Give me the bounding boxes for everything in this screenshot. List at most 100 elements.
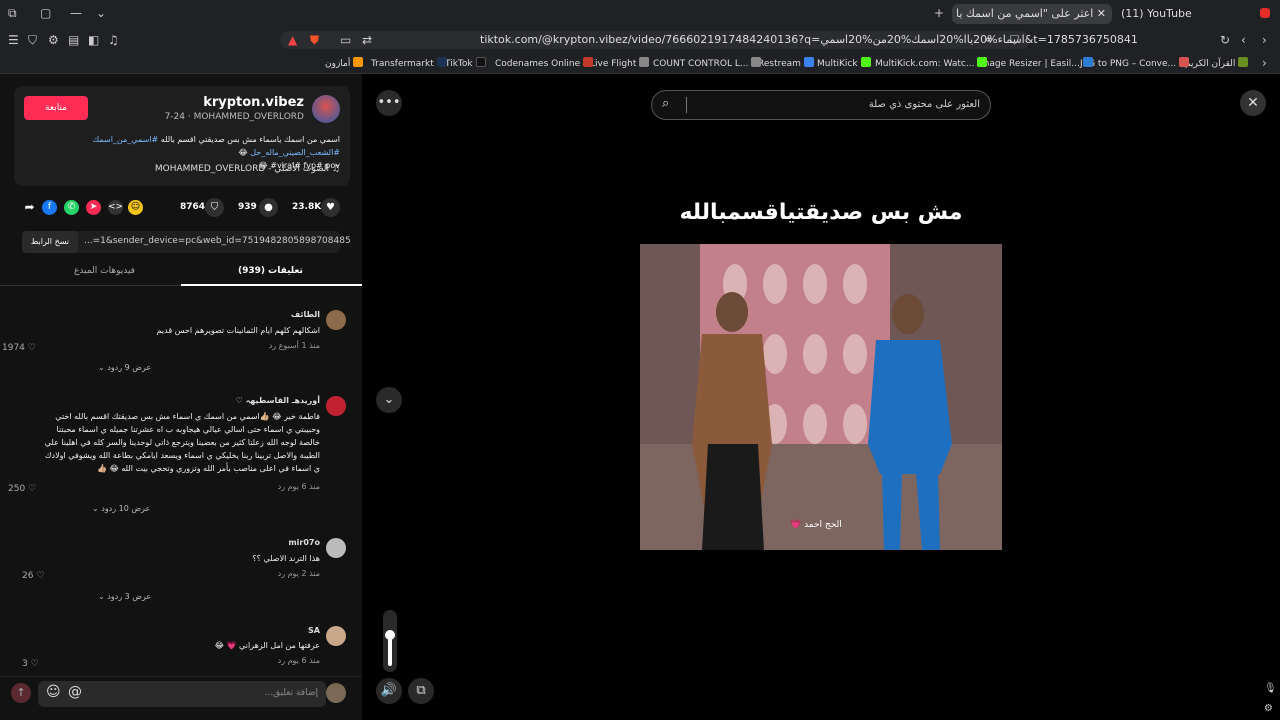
music-text: الصوت الأصلي - MOHAMMED_OVERLORD (154, 164, 330, 174)
chevron-down-icon[interactable]: ⌄ (96, 6, 106, 20)
shield-icon[interactable]: ⛉ (28, 33, 37, 47)
volume-knob[interactable] (385, 630, 395, 640)
reload-icon[interactable]: ↻ (1220, 33, 1230, 47)
bookmark-item[interactable]: MultiKick (817, 57, 874, 70)
tab-creator-videos[interactable]: فيديوهات المبدع (74, 266, 135, 276)
mention-icon[interactable]: @ (68, 685, 82, 699)
video-caption: مش بس صديقتياقسمبالله (679, 200, 963, 225)
follow-button[interactable]: متابعة (24, 96, 88, 120)
comment-avatar[interactable] (326, 626, 346, 646)
comment-icon[interactable]: ● (259, 198, 278, 217)
comment-meta[interactable]: منذ 6 يوم رد (278, 482, 320, 491)
bookmark-item[interactable]: Restream (758, 57, 817, 70)
username[interactable]: krypton.vibez (203, 95, 304, 110)
search-icon[interactable]: ⌕ (662, 97, 669, 111)
restore-icon[interactable]: ▢ (40, 6, 51, 20)
comment-likes[interactable]: 250 ♡ (8, 484, 36, 494)
music-label[interactable]: ♫ الصوت الأصلي - MOHAMMED_OVERLORD (155, 164, 340, 174)
bookmark-item[interactable]: القرآن الكريم (1185, 57, 1251, 70)
comment-likes[interactable]: 1974 ♡ (2, 343, 36, 353)
chevron-down-icon[interactable]: ⌄ (376, 387, 402, 413)
speaker-icon[interactable]: 🔊 (376, 678, 402, 704)
screen-icon[interactable]: ▭ (340, 33, 351, 47)
bookmark-item[interactable]: COUNT CONTROL L... (653, 57, 764, 70)
comment-avatar[interactable] (326, 538, 346, 558)
comment-input[interactable]: ☺ @ إضافة تعليق... (38, 681, 326, 707)
youtube-icon (1260, 8, 1270, 18)
facebook-icon[interactable]: f (42, 200, 57, 215)
comment-likes[interactable]: 26 ♡ (22, 571, 44, 581)
heart-icon[interactable]: ♥ (321, 198, 340, 217)
comment-likes[interactable]: 3 ♡ (22, 659, 39, 669)
view-replies-button[interactable]: عرض 10 ردود ⌄ (92, 504, 150, 513)
settings-icon[interactable]: ⚙ (1264, 702, 1273, 716)
more-bookmarks-icon[interactable]: › (1262, 56, 1267, 70)
tab-comments[interactable]: تعليقات (939) (238, 266, 303, 276)
related-search-input[interactable]: ⌕ العثور على محتوى ذي صلة (651, 90, 991, 120)
video-player[interactable]: ⌕ العثور على محتوى ذي صلة مش بس صديقتياق… (640, 74, 1002, 720)
replies-label: عرض 3 ردود (107, 592, 152, 601)
address-bar[interactable]: ▲ ⛊ ▭ ⇄ tiktok.com/@krypton.vibez/video/… (280, 31, 1138, 49)
bookmark-item[interactable]: Transfermarkt (371, 57, 450, 70)
bookmark-item[interactable]: TikTok (445, 57, 489, 70)
share-link-text[interactable]: ...=1&sender_device=pc&web_id=7519482805… (84, 236, 351, 246)
settings-icon[interactable]: ⚙ (48, 33, 59, 47)
tab-tiktok[interactable]: ✕ اعثر على "اسمي من اسمك يا ا... (952, 4, 1112, 24)
menu-icon[interactable]: ☰ (8, 33, 19, 47)
bookmark-item[interactable]: Image Resizer | Easil... (978, 57, 1096, 70)
bookmark-item[interactable]: أمازون (325, 57, 366, 70)
bookmark-icon[interactable]: ⛉ (205, 198, 224, 217)
embed-icon[interactable]: <> (108, 200, 123, 215)
mic-icon[interactable]: 🎙 (1264, 682, 1277, 696)
comment-placeholder: إضافة تعليق... (264, 688, 318, 698)
emoji-icon[interactable]: ☺ (128, 200, 143, 215)
comments-panel: متابعة krypton.vibez 7-24 · MOHAMMED_OVE… (0, 74, 362, 720)
pip-icon[interactable]: ⧉ (408, 678, 434, 704)
comment-avatar[interactable] (326, 396, 346, 416)
bookmark-item[interactable]: JPG to PNG – Conve... (1080, 57, 1192, 70)
bookmark-favicon (583, 57, 594, 67)
new-tab-icon[interactable]: + (934, 6, 944, 20)
comment-author[interactable]: SA (308, 626, 320, 635)
send-icon[interactable]: ➤ (86, 200, 101, 215)
back-icon[interactable]: ‹ (1241, 33, 1246, 47)
more-options-icon[interactable]: ••• (376, 90, 402, 116)
bookmark-item[interactable]: MultiKick.com: Watc... (875, 57, 990, 70)
video-frame[interactable]: الحج احمد 💗 (640, 244, 1002, 550)
comment-text: فاطمة خير 😂 👍🏼اسمي من اسمك ي اسماء مش بس… (44, 412, 320, 473)
comment-avatar[interactable] (326, 310, 346, 330)
window-menu-icon[interactable]: ⧉ (8, 6, 17, 20)
copy-link-button[interactable]: نسخ الرابط (22, 231, 78, 253)
brave-shield-icon[interactable]: ⛊ (310, 33, 319, 47)
translate-icon[interactable]: ⇄ (362, 33, 372, 47)
bookmark-item[interactable]: Live Flight (590, 57, 652, 70)
comment-meta[interactable]: منذ 6 يوم رد (278, 656, 320, 665)
tabs-icon[interactable]: ▤ (68, 33, 79, 47)
link-icon[interactable]: ⚭ (984, 33, 994, 47)
comment-author[interactable]: أوريدهـ الفاسطيهہ ♡ (236, 396, 320, 405)
volume-slider[interactable] (383, 610, 397, 672)
replies-label: عرض 9 ردود (107, 363, 152, 372)
sidebar-icon[interactable]: ◧ (88, 33, 99, 47)
avatar[interactable] (326, 683, 346, 703)
bookmark-item[interactable]: Codenames Online (495, 57, 596, 70)
close-icon[interactable]: ✕ (1240, 90, 1266, 116)
emoji-icon[interactable]: ☺ (46, 685, 61, 699)
close-tab-icon[interactable]: ✕ (1093, 7, 1106, 20)
bookmark-icon[interactable]: ⛉ (1010, 33, 1019, 47)
browser-tab-bar: ⧉ ▢ — ⌄ + ✕ اعثر على "اسمي من اسمك يا ا.… (0, 0, 1280, 28)
comment-author[interactable]: الطائف (291, 310, 320, 319)
whatsapp-icon[interactable]: ✆ (64, 200, 79, 215)
tab-youtube[interactable]: (11) YouTube (1115, 4, 1265, 24)
view-replies-button[interactable]: عرض 3 ردود ⌄ (98, 592, 151, 601)
forward-icon[interactable]: › (1262, 33, 1267, 47)
comment-meta[interactable]: منذ 2 يوم رد (278, 569, 320, 578)
music-icon[interactable]: ♫ (108, 33, 119, 47)
view-replies-button[interactable]: عرض 9 ردود ⌄ (98, 363, 151, 372)
comment-author[interactable]: mir07o (288, 538, 320, 547)
post-comment-button[interactable]: ↑ (11, 683, 31, 703)
share-arrow-icon[interactable]: ➦ (22, 200, 37, 215)
minimize-icon[interactable]: — (70, 6, 82, 20)
avatar[interactable] (312, 95, 340, 123)
comment-meta[interactable]: منذ 1 أسبوع رد (269, 341, 320, 350)
